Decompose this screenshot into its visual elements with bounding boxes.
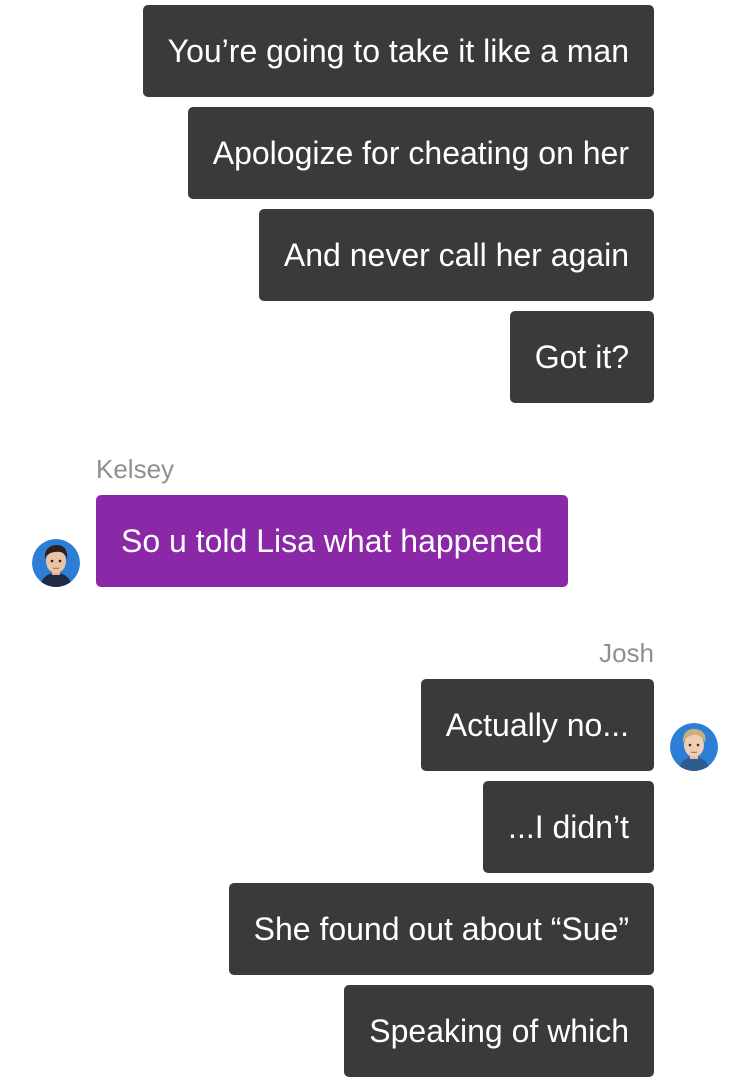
person-avatar-icon[interactable]	[32, 539, 80, 587]
message-text: You’re going to take it like a man	[167, 33, 629, 69]
message-text: And never call her again	[283, 237, 629, 273]
message-bubble[interactable]: Got it?	[509, 311, 654, 403]
message-text: So u told Lisa what happened	[121, 523, 543, 559]
message-text: Got it?	[534, 339, 629, 375]
message-text: Actually no...	[445, 707, 629, 743]
sender-name-kelsey: Kelsey	[96, 454, 175, 484]
message-text: She found out about “Sue”	[253, 911, 629, 947]
message-bubble[interactable]: Apologize for cheating on her	[187, 107, 654, 199]
message-bubble-josh[interactable]: Speaking of which	[344, 985, 654, 1077]
message-bubble-josh[interactable]: She found out about “Sue”	[228, 883, 654, 975]
message-bubble-kelsey[interactable]: So u told Lisa what happened	[96, 495, 568, 587]
sender-name-josh: Josh	[599, 638, 654, 668]
message-text: ...I didn’t	[508, 809, 629, 845]
person-avatar-icon[interactable]	[670, 723, 718, 771]
message-text: Apologize for cheating on her	[212, 135, 629, 171]
message-bubble-josh[interactable]: ...I didn’t	[483, 781, 654, 873]
message-bubble-josh[interactable]: Actually no...	[420, 679, 654, 771]
message-text: Speaking of which	[369, 1013, 629, 1049]
message-bubble[interactable]: And never call her again	[258, 209, 654, 301]
message-bubble[interactable]: You’re going to take it like a man	[142, 5, 654, 97]
